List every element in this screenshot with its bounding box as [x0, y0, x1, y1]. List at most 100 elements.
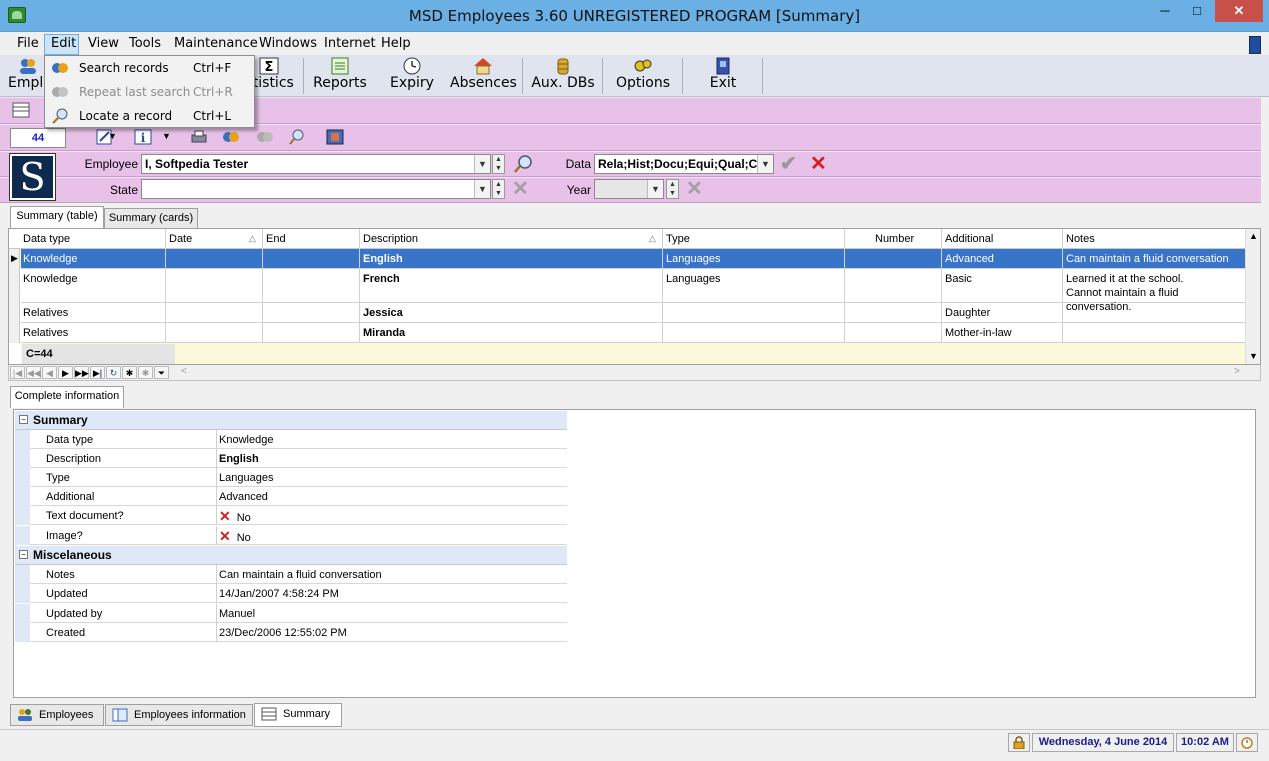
- data-select[interactable]: Rela;Hist;Docu;Equi;Qual;Cour ▼: [594, 154, 774, 174]
- property-row[interactable]: Data type Knowledge: [15, 430, 567, 449]
- expiry-button[interactable]: Expiry: [386, 57, 438, 95]
- exit-button[interactable]: Exit: [700, 57, 746, 95]
- info-icon[interactable]: i: [134, 129, 152, 145]
- menu-item-search-records[interactable]: Search records Ctrl+F: [46, 56, 253, 80]
- options-button[interactable]: Options: [614, 57, 672, 95]
- tab-employees[interactable]: Employees: [10, 704, 104, 726]
- tab-summary-cards[interactable]: Summary (cards): [104, 208, 198, 228]
- group-miscelaneous[interactable]: − Miscelaneous: [15, 546, 567, 565]
- clear-year-icon[interactable]: ✕: [686, 179, 703, 199]
- filter-icon[interactable]: ⏷: [154, 366, 169, 379]
- group-summary[interactable]: − Summary: [15, 411, 567, 430]
- repeat-search-icon[interactable]: [256, 129, 274, 145]
- property-row[interactable]: Updated 14/Jan/2007 4:58:24 PM: [15, 584, 567, 603]
- clock-status[interactable]: [1236, 733, 1258, 752]
- property-key: Text document?: [46, 510, 124, 522]
- column-header[interactable]: Additional: [945, 233, 993, 245]
- close-button[interactable]: ✕: [1215, 0, 1263, 22]
- chevron-down-icon[interactable]: ▼: [474, 180, 490, 198]
- column-header[interactable]: End: [266, 233, 286, 245]
- menu-item-repeat-last-search[interactable]: Repeat last search Ctrl+R: [46, 80, 253, 104]
- absences-button[interactable]: Absences: [450, 57, 517, 95]
- employee-value: I, Softpedia Tester: [145, 157, 249, 171]
- menu-edit[interactable]: Edit: [51, 36, 76, 51]
- column-header[interactable]: Type: [666, 233, 690, 245]
- column-header[interactable]: Description: [363, 233, 418, 245]
- property-row[interactable]: Description English: [15, 449, 567, 468]
- next-record-icon[interactable]: ▶: [58, 366, 73, 379]
- sort-icon[interactable]: △: [649, 233, 656, 244]
- scroll-up-icon[interactable]: ▲: [1249, 231, 1258, 241]
- sort-icon[interactable]: △: [249, 233, 256, 244]
- chevron-down-icon[interactable]: ▼: [647, 180, 663, 198]
- tab-summary[interactable]: Summary: [254, 703, 342, 727]
- prev-record-icon[interactable]: ◀: [42, 366, 57, 379]
- year-select[interactable]: ▼: [594, 179, 664, 199]
- menu-windows[interactable]: Windows: [259, 36, 317, 51]
- table-view-icon[interactable]: [12, 102, 30, 118]
- tab-summary-table[interactable]: Summary (table): [10, 206, 104, 228]
- property-row[interactable]: Notes Can maintain a fluid conversation: [15, 565, 567, 584]
- scroll-down-icon[interactable]: ▼: [1249, 351, 1258, 361]
- property-row[interactable]: Additional Advanced: [15, 487, 567, 506]
- clear-state-icon[interactable]: ✕: [512, 179, 529, 199]
- prev-page-icon[interactable]: ◀◀: [26, 366, 41, 379]
- grid-footer: C=44: [21, 343, 1245, 364]
- last-record-icon[interactable]: ▶|: [90, 366, 105, 379]
- print-icon[interactable]: [190, 129, 208, 145]
- state-spinner[interactable]: ▲ ▼: [492, 179, 505, 199]
- menu-maintenance[interactable]: Maintenance: [174, 36, 258, 51]
- menu-file[interactable]: File: [17, 36, 39, 51]
- search-records-icon[interactable]: [222, 129, 240, 145]
- locate-record-icon[interactable]: [288, 129, 306, 145]
- edit-icon[interactable]: ✱: [138, 366, 153, 379]
- property-row[interactable]: Text document? ✕ No: [15, 506, 567, 525]
- next-page-icon[interactable]: ▶▶: [74, 366, 89, 379]
- window-title: MSD Employees 3.60 UNREGISTERED PROGRAM …: [408, 7, 861, 25]
- collapse-icon[interactable]: −: [19, 550, 28, 559]
- employee-spinner[interactable]: ▲ ▼: [492, 154, 505, 174]
- column-header[interactable]: Number: [875, 233, 914, 245]
- first-record-icon[interactable]: |◀: [10, 366, 25, 379]
- state-select[interactable]: ▼: [141, 179, 491, 199]
- search-icon[interactable]: [512, 154, 534, 174]
- vertical-scrollbar[interactable]: ▲ ▼: [1245, 229, 1260, 364]
- year-spinner[interactable]: ▲ ▼: [666, 179, 679, 199]
- employee-select[interactable]: I, Softpedia Tester ▼: [141, 154, 491, 174]
- menu-help[interactable]: Help: [381, 36, 411, 51]
- chevron-down-icon[interactable]: ▼: [474, 155, 490, 173]
- bottom-tab-bar: Employees Employees information Summary: [8, 702, 1261, 728]
- menu-internet[interactable]: Internet: [324, 36, 376, 51]
- scroll-right-icon[interactable]: >: [1234, 366, 1240, 377]
- property-grid[interactable]: − Summary Data type Knowledge Description…: [13, 409, 1256, 698]
- chevron-down-icon[interactable]: ▼: [162, 131, 171, 141]
- refresh-icon[interactable]: ↻: [106, 366, 121, 379]
- menu-item-locate-a-record[interactable]: Locate a record Ctrl+L: [46, 104, 253, 128]
- picture-icon[interactable]: [326, 129, 344, 145]
- collapse-icon[interactable]: −: [19, 415, 28, 424]
- menu-view[interactable]: View: [88, 36, 119, 51]
- menu-options-icon[interactable]: [1249, 36, 1261, 54]
- chevron-down-icon[interactable]: ▼: [757, 155, 773, 173]
- property-row[interactable]: Type Languages: [15, 468, 567, 487]
- property-row[interactable]: Image? ✕ No: [15, 526, 567, 545]
- apply-check-icon[interactable]: ✔: [780, 154, 797, 174]
- chevron-down-icon[interactable]: ▼: [108, 131, 117, 141]
- maximize-button[interactable]: □: [1182, 0, 1212, 22]
- menu-tools[interactable]: Tools: [129, 36, 161, 51]
- minimize-button[interactable]: ─: [1150, 0, 1180, 22]
- property-row[interactable]: Updated by Manuel: [15, 604, 567, 623]
- aux-dbs-button[interactable]: Aux. DBs: [530, 57, 596, 95]
- reports-button[interactable]: Reports: [312, 57, 368, 95]
- column-header[interactable]: Date: [169, 233, 192, 245]
- employees-button[interactable]: Emplo: [8, 57, 52, 95]
- column-header[interactable]: Notes: [1066, 233, 1095, 245]
- tab-complete-information[interactable]: Complete information: [10, 386, 124, 408]
- scroll-left-icon[interactable]: <: [181, 366, 187, 377]
- tab-employees-information[interactable]: Employees information: [105, 704, 253, 726]
- summary-grid[interactable]: Data type Date △ End Description △ Type …: [8, 228, 1261, 365]
- column-header[interactable]: Data type: [23, 233, 70, 245]
- property-row[interactable]: Created 23/Dec/2006 12:55:02 PM: [15, 623, 567, 642]
- clear-icon[interactable]: ✕: [810, 154, 827, 174]
- insert-icon[interactable]: ✱: [122, 366, 137, 379]
